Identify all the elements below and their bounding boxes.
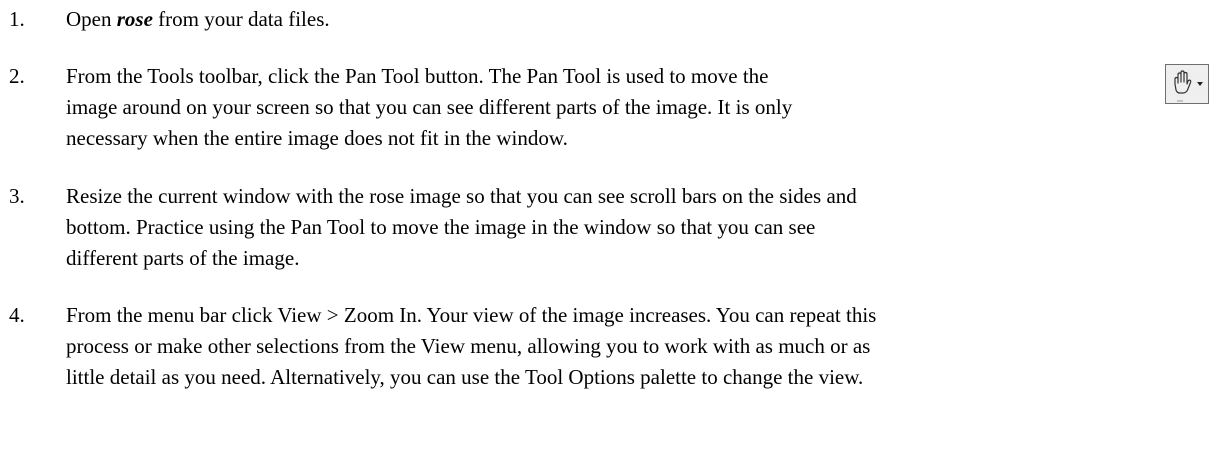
step-line: bottom. Practice using the Pan Tool to m… [66, 215, 816, 239]
step-line: image around on your screen so that you … [66, 95, 793, 119]
step-line: Resize the current window with the rose … [66, 184, 857, 208]
step-text: Open rose from your data files. [66, 4, 330, 35]
step-number: 1. [9, 7, 25, 31]
step-line: process or make other selections from th… [66, 334, 871, 358]
step-line: Open rose from your data files. [66, 4, 330, 35]
step-line: necessary when the entire image does not… [66, 126, 568, 150]
step-line: From the Tools toolbar, click the Pan To… [66, 64, 769, 88]
step-text-before: Open [66, 7, 117, 31]
step-1: 1. Open rose from your data files. [0, 4, 1221, 35]
step-text: From the Tools toolbar, click the Pan To… [66, 61, 792, 154]
pan-tool-button-graphic [1174, 70, 1203, 102]
pan-tool-button[interactable] [1165, 64, 1209, 104]
step-number: 2. [9, 64, 25, 88]
step-line: little detail as you need. Alternatively… [66, 365, 864, 389]
dropdown-arrow-icon [1197, 82, 1203, 86]
step-4: 4. From the menu bar click View > Zoom I… [0, 300, 1221, 393]
hand-pan-icon [1174, 70, 1192, 94]
step-number: 3. [9, 184, 25, 208]
step-line: From the menu bar click View > Zoom In. … [66, 303, 877, 327]
step-text: Resize the current window with the rose … [66, 181, 857, 274]
data-file-name: rose [116, 7, 153, 31]
step-text: From the menu bar click View > Zoom In. … [66, 300, 876, 393]
step-line: different parts of the image. [66, 246, 300, 270]
step-2: 2. From the Tools toolbar, click the Pan… [0, 61, 1221, 154]
step-number: 4. [9, 303, 25, 327]
step-text-after: from your data files. [152, 7, 330, 31]
step-3: 3. Resize the current window with the ro… [0, 181, 1221, 274]
